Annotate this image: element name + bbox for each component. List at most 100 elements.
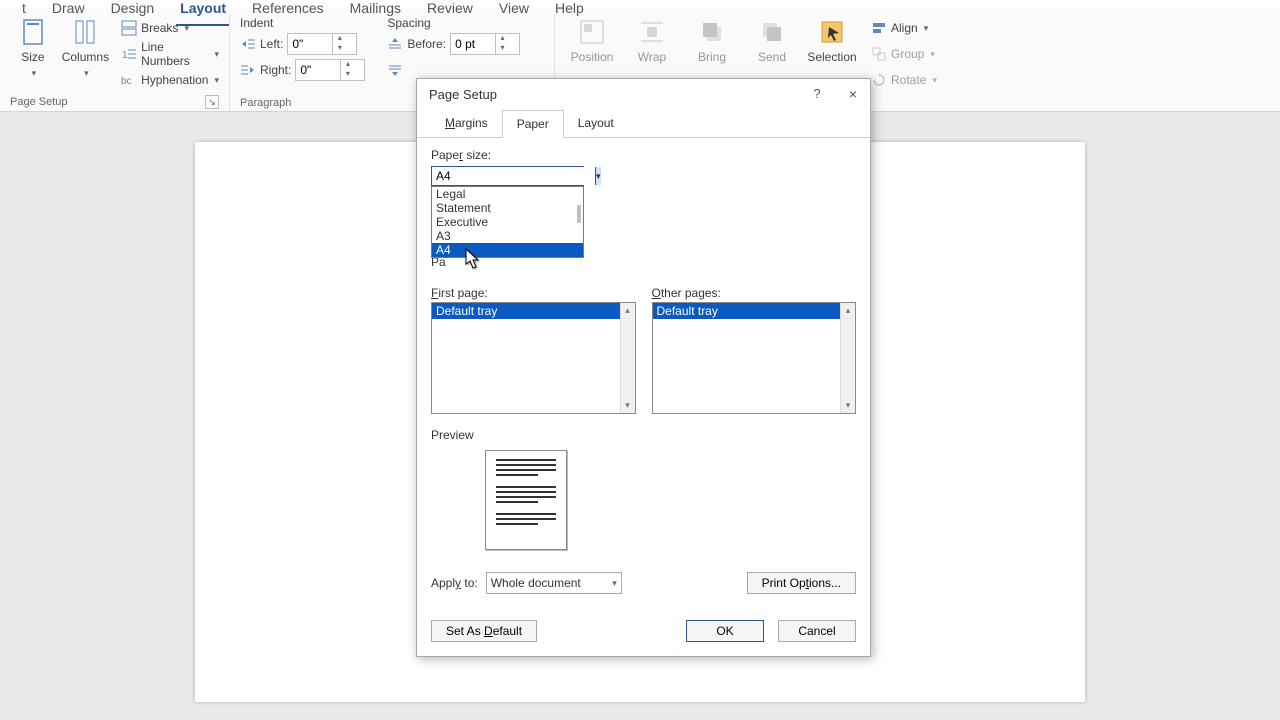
- print-options-button[interactable]: Print Options...: [747, 572, 856, 594]
- first-page-tray-item[interactable]: Default tray: [432, 303, 635, 319]
- bring-label: Bring: [698, 50, 726, 64]
- tab-layout-dlg[interactable]: Layout: [564, 110, 628, 138]
- dropdown-scrollbar[interactable]: [577, 205, 581, 223]
- spacing-heading: Spacing: [387, 16, 520, 30]
- indent-left-row: Left: ▴▾: [240, 32, 365, 56]
- dialog-tabs: Margins Paper Layout: [417, 109, 870, 138]
- apply-to-select[interactable]: Whole document ▾: [486, 572, 622, 594]
- bring-forward-icon: [698, 18, 726, 46]
- dialog-close-button[interactable]: ×: [844, 85, 862, 103]
- paper-size-input[interactable]: [432, 167, 595, 185]
- hyphenation-button[interactable]: bc Hyphenation ▾: [121, 68, 219, 92]
- spacing-before-input[interactable]: ▴▾: [450, 33, 520, 55]
- preview-label: Preview: [431, 428, 474, 442]
- first-page-tray-list[interactable]: Default tray ▴▾: [431, 302, 636, 414]
- size-label: Size: [21, 50, 44, 64]
- spacing-before-label: Before:: [407, 37, 446, 51]
- option-a3[interactable]: A3: [432, 229, 583, 243]
- svg-text:bc: bc: [121, 76, 132, 87]
- selection-pane-button[interactable]: Selection: [805, 16, 859, 64]
- selection-pane-icon: [818, 18, 846, 46]
- page-setup-launcher[interactable]: ↘: [205, 95, 219, 109]
- chevron-down-icon: ▾: [924, 23, 929, 34]
- send-button[interactable]: Send: [745, 16, 799, 64]
- option-legal[interactable]: Legal: [432, 187, 583, 201]
- group-objects-button[interactable]: Group ▾: [871, 42, 937, 66]
- paper-size-combo[interactable]: ▾ Legal Statement Executive A3 A4: [431, 166, 584, 186]
- size-icon: [19, 18, 47, 46]
- dialog-titlebar: Page Setup ? ×: [417, 79, 870, 109]
- hyphenation-label: Hyphenation: [141, 73, 208, 87]
- option-executive[interactable]: Executive: [432, 215, 583, 229]
- indent-left-icon: [240, 36, 256, 52]
- tab-margins[interactable]: Margins: [431, 110, 502, 138]
- breaks-button[interactable]: Breaks ▾: [121, 16, 219, 40]
- indent-right-label: Right:: [260, 63, 291, 77]
- paper-size-label: Paper size:: [431, 148, 856, 162]
- spacing-before-row: Before: ▴▾: [387, 32, 520, 56]
- ok-button[interactable]: OK: [686, 620, 764, 642]
- hyphenation-icon: bc: [121, 72, 137, 88]
- columns-label: Columns: [62, 50, 109, 64]
- wrap-button[interactable]: Wrap: [625, 16, 679, 64]
- send-label: Send: [758, 50, 786, 64]
- wrap-label: Wrap: [638, 50, 666, 64]
- dialog-body: Paper size: ▾ Legal Statement Executive …: [417, 138, 870, 608]
- bring-button[interactable]: Bring: [685, 16, 739, 64]
- size-button[interactable]: Size ▾: [10, 16, 56, 79]
- chevron-down-icon: ▾: [32, 68, 37, 79]
- set-as-default-button[interactable]: Set As Default: [431, 620, 537, 642]
- indent-right-row: Right: ▴▾: [240, 58, 365, 82]
- position-button[interactable]: Position: [565, 16, 619, 64]
- indent-right-input[interactable]: ▴▾: [295, 59, 365, 81]
- group-icon: [871, 46, 887, 62]
- spacing-before-icon: [387, 36, 403, 52]
- chevron-down-icon: ▾: [214, 75, 219, 86]
- line-numbers-button[interactable]: 1 Line Numbers ▾: [121, 42, 219, 66]
- align-icon: [871, 20, 887, 36]
- selection-label: Selection: [807, 50, 856, 64]
- align-button[interactable]: Align ▾: [871, 16, 937, 40]
- ribbon-tabs: t Draw Design Layout References Mailings…: [0, 0, 1280, 8]
- group-label-page-setup: Page Setup: [10, 96, 68, 108]
- dialog-title: Page Setup: [429, 87, 497, 102]
- line-numbers-icon: 1: [121, 46, 137, 62]
- other-pages-label: Other pages:: [652, 286, 857, 300]
- page-setup-dialog: Page Setup ? × Margins Paper Layout Pape…: [416, 78, 871, 657]
- dialog-help-button[interactable]: ?: [808, 85, 826, 103]
- apply-to-value: Whole document: [491, 576, 581, 590]
- chevron-down-icon: ▾: [184, 23, 189, 34]
- tab-paper[interactable]: Paper: [502, 110, 564, 138]
- other-pages-tray-item[interactable]: Default tray: [653, 303, 856, 319]
- scrollbar[interactable]: ▴▾: [620, 303, 635, 413]
- group-label: Group: [891, 47, 924, 61]
- cancel-button[interactable]: Cancel: [778, 620, 856, 642]
- rotate-label: Rotate: [891, 73, 926, 87]
- rotate-button[interactable]: Rotate ▾: [871, 68, 937, 92]
- send-backward-icon: [758, 18, 786, 46]
- option-a4[interactable]: A4: [432, 243, 583, 257]
- line-numbers-label: Line Numbers: [141, 40, 208, 68]
- chevron-down-icon: ▾: [214, 49, 219, 60]
- group-page-setup: Size ▾ Columns ▾ Breaks ▾ 1 Line Numbers: [0, 14, 230, 111]
- group-label-paragraph: Paragraph: [240, 97, 291, 109]
- scrollbar[interactable]: ▴▾: [840, 303, 855, 413]
- columns-icon: [71, 18, 99, 46]
- chevron-down-icon: ▾: [612, 578, 617, 589]
- svg-text:1: 1: [122, 50, 128, 61]
- apply-to-label: Apply to:: [431, 576, 478, 590]
- option-statement[interactable]: Statement: [432, 201, 583, 215]
- indent-left-input[interactable]: ▴▾: [287, 33, 357, 55]
- wrap-icon: [638, 18, 666, 46]
- position-icon: [578, 18, 606, 46]
- dialog-footer: Set As Default OK Cancel: [417, 608, 870, 656]
- chevron-down-icon: ▾: [932, 75, 937, 86]
- spacing-after-icon: [387, 62, 403, 78]
- breaks-icon: [121, 20, 137, 36]
- paper-size-dropdown-button[interactable]: ▾: [595, 167, 601, 185]
- chevron-down-icon: ▾: [930, 49, 935, 60]
- other-pages-tray-list[interactable]: Default tray ▴▾: [652, 302, 857, 414]
- preview-thumbnail: [485, 450, 567, 550]
- rotate-icon: [871, 72, 887, 88]
- columns-button[interactable]: Columns ▾: [62, 16, 109, 79]
